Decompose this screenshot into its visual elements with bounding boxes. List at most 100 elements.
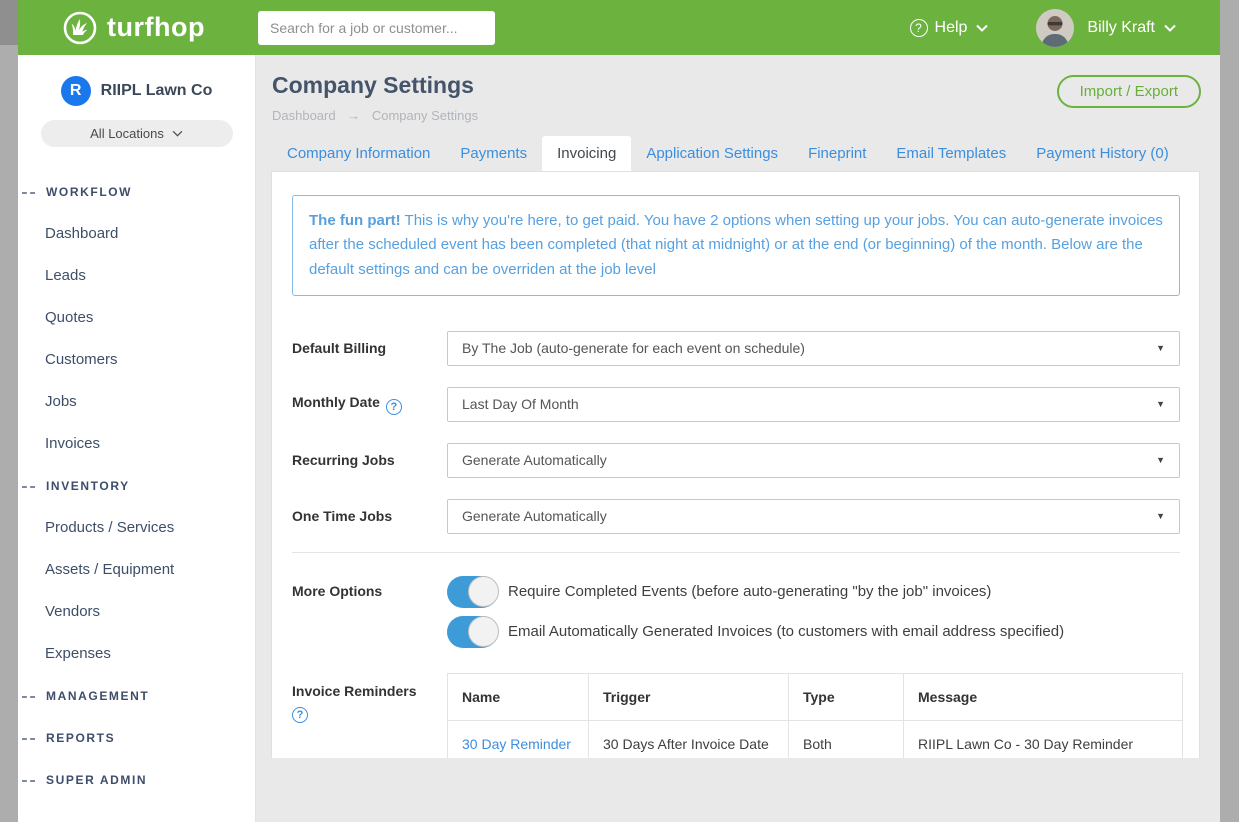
toggle-knob bbox=[468, 576, 499, 607]
require-completed-events-row: Require Completed Events (before auto-ge… bbox=[447, 576, 1064, 608]
page-header: Company Settings Dashboard → Company Set… bbox=[256, 55, 1220, 123]
brand-logo[interactable]: turfhop bbox=[62, 10, 258, 46]
default-billing-value: By The Job (auto-generate for each event… bbox=[462, 340, 805, 356]
column-header-type: Type bbox=[789, 673, 904, 720]
user-chevron-down-icon[interactable] bbox=[1164, 24, 1176, 32]
sidebar-section-workflow[interactable]: WORKFLOW bbox=[18, 171, 255, 213]
invoice-reminders-row: Invoice Reminders ? Name Trigger Type Me… bbox=[292, 673, 1180, 758]
sidebar-item-customers[interactable]: Customers bbox=[18, 339, 255, 381]
toggle-list: Require Completed Events (before auto-ge… bbox=[447, 576, 1064, 648]
chevron-down-icon bbox=[172, 130, 183, 137]
info-box-highlight: The fun part! bbox=[309, 212, 401, 229]
tab-payment-history[interactable]: Payment History (0) bbox=[1021, 136, 1184, 171]
breadcrumb-separator: → bbox=[347, 108, 360, 123]
breadcrumb: Dashboard → Company Settings bbox=[272, 108, 1220, 123]
email-generated-invoices-toggle[interactable] bbox=[447, 616, 498, 648]
tab-fineprint[interactable]: Fineprint bbox=[793, 136, 881, 171]
one-time-jobs-value: Generate Automatically bbox=[462, 508, 607, 524]
section-dash bbox=[22, 486, 35, 488]
reminder-trigger: 30 Days After Invoice Date bbox=[589, 720, 789, 758]
info-box: The fun part! This is why you're here, t… bbox=[292, 195, 1180, 296]
import-export-button[interactable]: Import / Export bbox=[1057, 75, 1201, 108]
sidebar-item-assets-equipment[interactable]: Assets / Equipment bbox=[18, 549, 255, 591]
column-header-trigger: Trigger bbox=[589, 673, 789, 720]
email-generated-invoices-row: Email Automatically Generated Invoices (… bbox=[447, 616, 1064, 648]
sidebar-item-dashboard[interactable]: Dashboard bbox=[18, 213, 255, 255]
location-selector[interactable]: All Locations bbox=[41, 120, 233, 147]
select-arrow-icon: ▼ bbox=[1156, 511, 1165, 521]
sidebar-section-super-admin[interactable]: SUPER ADMIN bbox=[18, 759, 255, 801]
app: turfhop ? Help bbox=[18, 0, 1220, 822]
company-header: R RIIPL Lawn Co bbox=[18, 76, 255, 106]
sidebar-section-reports[interactable]: REPORTS bbox=[18, 717, 255, 759]
section-dash bbox=[22, 192, 35, 194]
more-options-label: More Options bbox=[292, 576, 447, 648]
require-completed-events-toggle[interactable] bbox=[447, 576, 498, 608]
sidebar-item-jobs[interactable]: Jobs bbox=[18, 381, 255, 423]
screen: turfhop ? Help bbox=[0, 0, 1239, 822]
reminder-message: RIIPL Lawn Co - 30 Day Reminder bbox=[904, 720, 1183, 758]
invoice-reminders-table: Name Trigger Type Message 30 Day Reminde… bbox=[447, 673, 1183, 758]
monthly-date-select[interactable]: Last Day Of Month ▼ bbox=[447, 387, 1180, 422]
breadcrumb-current: Company Settings bbox=[372, 108, 478, 123]
section-divider bbox=[292, 552, 1180, 553]
info-box-text: This is why you're here, to get paid. Yo… bbox=[309, 212, 1163, 278]
invoice-reminders-help-icon[interactable]: ? bbox=[292, 707, 308, 723]
recurring-jobs-value: Generate Automatically bbox=[462, 452, 607, 468]
default-billing-label: Default Billing bbox=[292, 340, 447, 356]
sidebar-section-inventory[interactable]: INVENTORY bbox=[18, 465, 255, 507]
sidebar-item-quotes[interactable]: Quotes bbox=[18, 297, 255, 339]
section-dash bbox=[22, 696, 35, 698]
select-arrow-icon: ▼ bbox=[1156, 455, 1165, 465]
email-generated-invoices-label: Email Automatically Generated Invoices (… bbox=[508, 623, 1064, 640]
sidebar: R RIIPL Lawn Co All Locations WORKFLOW D… bbox=[18, 55, 256, 822]
avatar[interactable] bbox=[1036, 9, 1074, 47]
default-billing-select[interactable]: By The Job (auto-generate for each event… bbox=[447, 331, 1180, 366]
sidebar-item-expenses[interactable]: Expenses bbox=[18, 633, 255, 675]
section-dash bbox=[22, 780, 35, 782]
tab-invoicing[interactable]: Invoicing bbox=[542, 136, 631, 171]
tab-payments[interactable]: Payments bbox=[445, 136, 542, 171]
window-left-strip bbox=[0, 0, 18, 822]
reminder-link-30-day[interactable]: 30 Day Reminder bbox=[462, 736, 571, 752]
reminder-type: Both bbox=[789, 720, 904, 758]
monthly-date-help-icon[interactable]: ? bbox=[386, 399, 402, 415]
sidebar-section-management[interactable]: MANAGEMENT bbox=[18, 675, 255, 717]
help-label: Help bbox=[935, 19, 968, 37]
recurring-jobs-select[interactable]: Generate Automatically ▼ bbox=[447, 443, 1180, 478]
invoicing-panel: The fun part! This is why you're here, t… bbox=[271, 171, 1200, 758]
column-header-message: Message bbox=[904, 673, 1183, 720]
tab-email-templates[interactable]: Email Templates bbox=[881, 136, 1021, 171]
sidebar-item-invoices[interactable]: Invoices bbox=[18, 423, 255, 465]
invoice-reminders-label: Invoice Reminders ? bbox=[292, 673, 447, 758]
column-header-name: Name bbox=[448, 673, 589, 720]
sidebar-item-leads[interactable]: Leads bbox=[18, 255, 255, 297]
one-time-jobs-label: One Time Jobs bbox=[292, 508, 447, 524]
main-content: Company Settings Dashboard → Company Set… bbox=[256, 55, 1220, 822]
require-completed-events-label: Require Completed Events (before auto-ge… bbox=[508, 583, 991, 600]
help-icon: ? bbox=[910, 19, 928, 37]
settings-tabs: Company Information Payments Invoicing A… bbox=[256, 136, 1220, 171]
sidebar-menu: WORKFLOW Dashboard Leads Quotes Customer… bbox=[18, 171, 255, 801]
section-dash bbox=[22, 738, 35, 740]
toggle-knob bbox=[468, 616, 499, 647]
location-selector-label: All Locations bbox=[90, 126, 164, 141]
search-input[interactable] bbox=[258, 11, 495, 45]
breadcrumb-dashboard[interactable]: Dashboard bbox=[272, 108, 336, 123]
sidebar-item-vendors[interactable]: Vendors bbox=[18, 591, 255, 633]
sidebar-item-products-services[interactable]: Products / Services bbox=[18, 507, 255, 549]
help-menu[interactable]: ? Help bbox=[910, 19, 989, 37]
window-scrollbar[interactable] bbox=[1220, 0, 1239, 822]
recurring-jobs-row: Recurring Jobs Generate Automatically ▼ bbox=[292, 443, 1180, 478]
select-arrow-icon: ▼ bbox=[1156, 343, 1165, 353]
select-arrow-icon: ▼ bbox=[1156, 399, 1165, 409]
user-name[interactable]: Billy Kraft bbox=[1087, 19, 1155, 37]
brand-name: turfhop bbox=[107, 12, 205, 43]
tab-application-settings[interactable]: Application Settings bbox=[631, 136, 793, 171]
navbar-right: ? Help Billy Kraft bbox=[910, 9, 1220, 47]
tab-company-information[interactable]: Company Information bbox=[272, 136, 445, 171]
one-time-jobs-select[interactable]: Generate Automatically ▼ bbox=[447, 499, 1180, 534]
recurring-jobs-label: Recurring Jobs bbox=[292, 452, 447, 468]
monthly-date-label: Monthly Date? bbox=[292, 394, 447, 415]
top-navbar: turfhop ? Help bbox=[18, 0, 1220, 55]
